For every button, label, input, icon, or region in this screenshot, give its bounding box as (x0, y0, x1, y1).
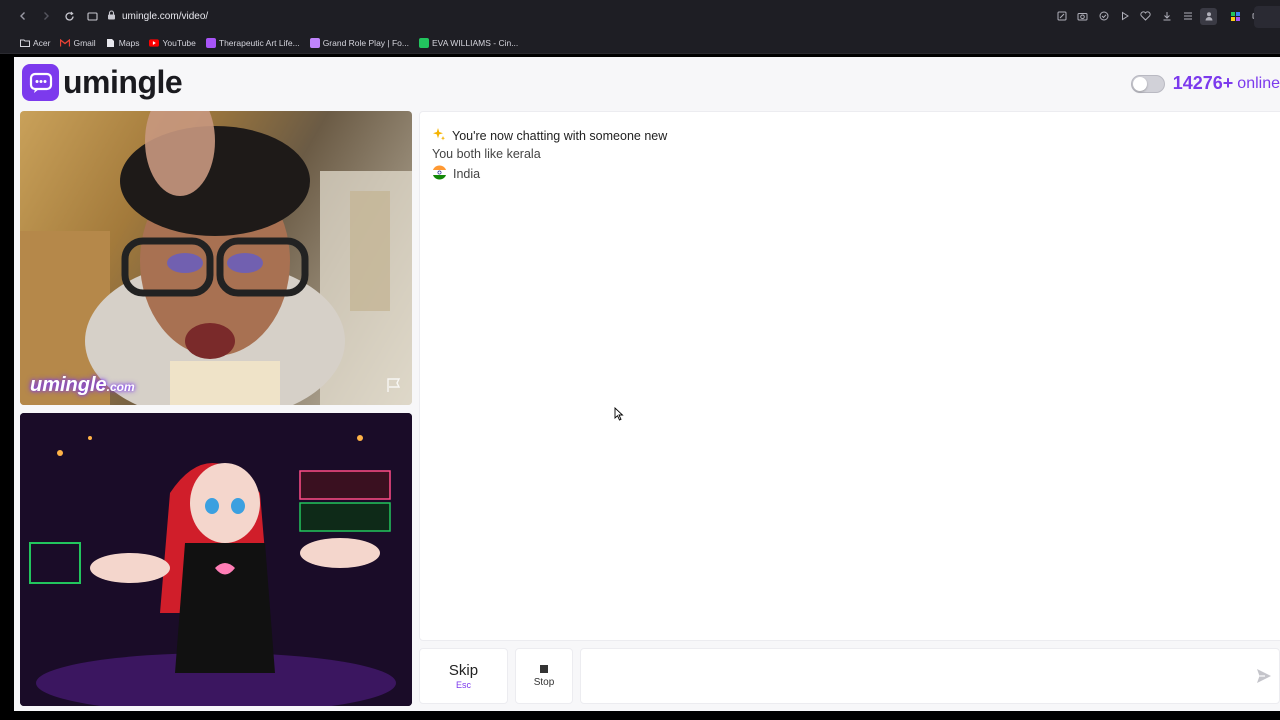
bookmark-maps[interactable]: Maps (106, 37, 140, 48)
watermark-text: umingle (30, 374, 107, 396)
report-flag-icon[interactable] (386, 377, 402, 393)
brand-logo[interactable]: umingle (22, 64, 183, 101)
bookmark-label: Maps (118, 37, 140, 48)
mouse-cursor-icon (614, 406, 624, 421)
edit-icon[interactable] (1053, 8, 1070, 25)
stop-label: Stop (533, 676, 555, 688)
bookmark-youtube[interactable]: YouTube (149, 37, 196, 48)
mode-toggle[interactable] (1130, 74, 1165, 93)
url-text[interactable]: umingle.com/video/ (122, 11, 208, 22)
forward-icon[interactable] (35, 5, 57, 27)
page: umingle 14276+ online umingle.com You're… (14, 57, 1280, 711)
chat-bubble-icon (22, 64, 59, 101)
extension-icon[interactable] (1227, 8, 1244, 25)
site-icon (205, 37, 216, 48)
youtube-icon (149, 38, 160, 48)
online-label: online (1237, 74, 1280, 92)
message-box (580, 648, 1280, 704)
remote-video-scene (20, 111, 412, 405)
system-message-text: You're now chatting with someone new (452, 128, 668, 143)
brand-name: umingle (63, 64, 183, 100)
stop-button[interactable]: Stop (515, 648, 573, 704)
india-flag-icon (432, 165, 447, 183)
bookmark-therapeutic-art[interactable]: Therapeutic Art Life... (205, 37, 300, 48)
skip-label: Skip (448, 662, 479, 679)
umingle-watermark: umingle.com (30, 374, 135, 397)
download-icon[interactable] (1158, 8, 1175, 25)
local-video (20, 413, 412, 706)
remote-video: umingle.com (20, 111, 412, 405)
online-count: 14276+ (1172, 73, 1234, 93)
send-icon[interactable] (1255, 667, 1273, 685)
ai-button[interactable] (1254, 6, 1280, 28)
bookmark-label: EVA WILLIAMS - Cin... (432, 37, 519, 48)
bookmark-label: Gmail (73, 37, 96, 48)
tabs-icon[interactable] (81, 5, 103, 27)
menu-icon[interactable] (1179, 8, 1196, 25)
bookmark-label: Grand Role Play | Fo... (322, 37, 409, 48)
sparkles-icon (432, 127, 446, 144)
bookmark-eva-williams[interactable]: EVA WILLIAMS - Cin... (419, 37, 519, 48)
folder-icon (20, 38, 30, 48)
address-bar[interactable]: umingle.com/video/ (107, 5, 1053, 27)
country-line: India (432, 165, 480, 183)
watermark-suffix: .com (106, 380, 135, 394)
site-icon (309, 37, 320, 48)
bookmarks-bar: Acer Gmail Maps YouTube Therapeutic Art … (0, 32, 1280, 54)
shared-interest: You both like kerala (432, 147, 541, 161)
skip-shortcut-hint: Esc (455, 680, 471, 690)
profile-icon[interactable] (1200, 7, 1217, 25)
system-message: You're now chatting with someone new (432, 127, 667, 144)
site-icon (419, 37, 429, 48)
back-icon[interactable] (12, 5, 34, 27)
chat-panel: You're now chatting with someone new You… (419, 111, 1280, 641)
stop-icon (540, 664, 548, 673)
bookmark-grand-role-play[interactable]: Grand Role Play | Fo... (309, 37, 409, 48)
shield-check-icon[interactable] (1095, 8, 1112, 25)
bottom-bar (0, 711, 1280, 720)
play-icon[interactable] (1116, 8, 1133, 25)
browser-toolbar: umingle.com/video/ (0, 0, 1280, 32)
bookmark-gmail[interactable]: Gmail (60, 37, 96, 48)
skip-button[interactable]: Skip Esc (419, 648, 508, 704)
heart-icon[interactable] (1137, 8, 1154, 25)
camera-icon[interactable] (1074, 8, 1091, 25)
country-text: India (453, 167, 481, 181)
toggle-knob (1132, 76, 1147, 91)
gmail-icon (60, 38, 71, 48)
bookmark-label: YouTube (162, 37, 196, 48)
bookmark-acer[interactable]: Acer (20, 38, 50, 48)
bookmark-label: Therapeutic Art Life... (218, 37, 300, 48)
online-indicator: 14276+ online (1130, 73, 1280, 94)
local-video-scene (20, 413, 412, 706)
message-input[interactable] (581, 649, 1255, 703)
maps-icon (106, 38, 116, 48)
reload-icon[interactable] (58, 5, 80, 27)
lock-icon[interactable] (107, 7, 116, 25)
bookmark-label: Acer (33, 37, 51, 48)
